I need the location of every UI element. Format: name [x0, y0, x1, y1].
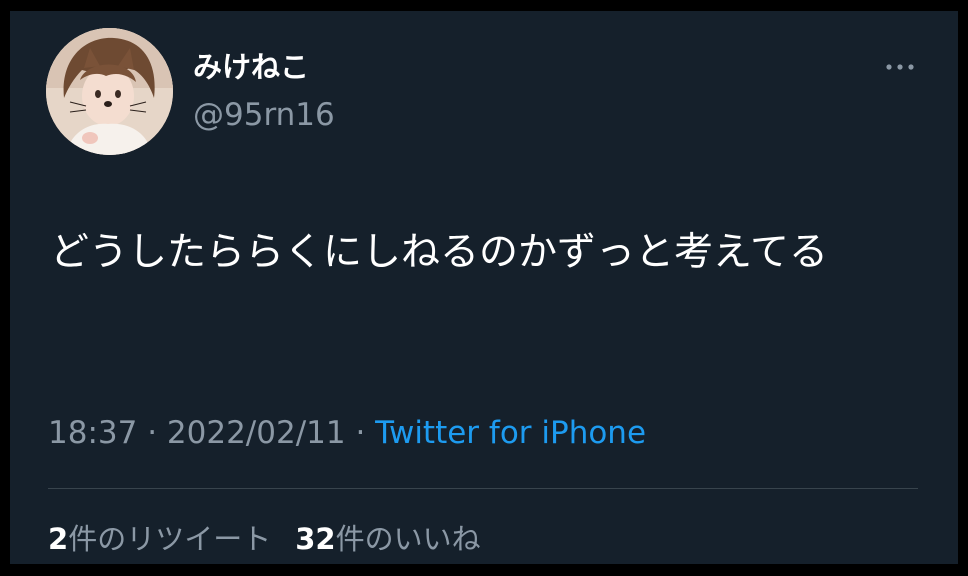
- avatar[interactable]: [46, 28, 173, 155]
- tweet-text: どうしたららくにしねるのかずっと考えてる: [50, 230, 829, 275]
- engagement-stats: 2件のリツイート 32件のいいね: [48, 519, 481, 559]
- tweet-source-link[interactable]: Twitter for iPhone: [375, 415, 646, 451]
- more-horizontal-icon: [886, 64, 914, 70]
- tweet-time[interactable]: 18:37: [48, 415, 137, 451]
- retweets-label: 件のリツイート: [68, 522, 272, 556]
- meta-separator: ·: [345, 415, 376, 451]
- tweet-metadata: 18:37 · 2022/02/11 · Twitter for iPhone: [48, 413, 646, 453]
- more-options-button[interactable]: [880, 55, 920, 79]
- retweets-count: 2: [48, 522, 69, 556]
- retweets-stat[interactable]: 2件のリツイート: [48, 522, 271, 556]
- meta-separator: ·: [137, 415, 167, 451]
- display-name[interactable]: みけねこ: [193, 49, 309, 85]
- likes-label: 件のいいね: [335, 522, 481, 556]
- divider: [48, 488, 918, 489]
- likes-stat[interactable]: 32件のいいね: [295, 522, 480, 556]
- user-handle[interactable]: @95rn16: [193, 97, 335, 133]
- profile-photo-icon: [46, 28, 173, 155]
- likes-count: 32: [295, 522, 336, 556]
- tweet-card: みけねこ @95rn16 どうしたららくにしねるのかずっと考えてる 18:37 …: [10, 11, 958, 564]
- tweet-date[interactable]: 2022/02/11: [167, 415, 346, 451]
